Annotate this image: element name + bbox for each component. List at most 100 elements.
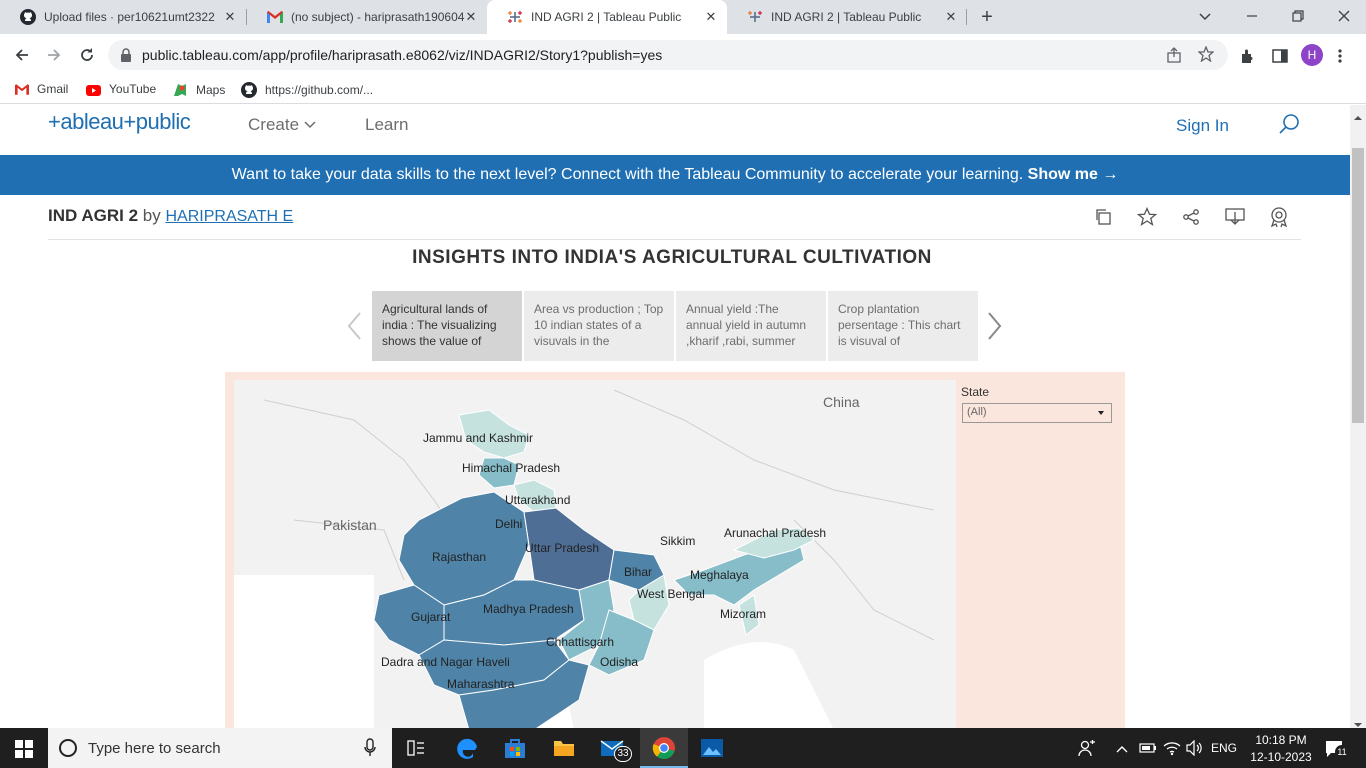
- scroll-down-arrow-icon[interactable]: [1354, 716, 1362, 727]
- tableau-public-page: +ableau+public Create Learn Sign In Want…: [0, 105, 1350, 728]
- mail-icon[interactable]: 33: [600, 736, 632, 762]
- bookmark-gmail[interactable]: Gmail: [15, 82, 68, 96]
- bookmarks-bar: Gmail YouTube Maps https://github.com/..…: [0, 76, 1366, 104]
- state-label: Delhi: [495, 517, 522, 531]
- mail-badge: 33: [614, 746, 632, 762]
- tableau-public-logo[interactable]: +ableau+public: [48, 109, 191, 135]
- forward-icon[interactable]: [44, 45, 64, 65]
- edge-icon[interactable]: [455, 736, 479, 760]
- photos-icon[interactable]: [700, 736, 724, 760]
- tab-title: Upload files · per10621umt2322: [44, 10, 215, 24]
- badge-icon[interactable]: [1269, 206, 1289, 228]
- url-text: public.tableau.com/app/profile/hariprasa…: [142, 47, 663, 63]
- download-icon[interactable]: [1225, 207, 1245, 227]
- scrollbar-thumb[interactable]: [1352, 148, 1364, 423]
- viz-title-row: IND AGRI 2 by HARIPRASATH E: [48, 206, 293, 226]
- restore-icon[interactable]: [1289, 7, 1307, 25]
- language-indicator[interactable]: ENG: [1211, 741, 1237, 755]
- story-point-2[interactable]: Area vs production ; Top 10 indian state…: [524, 291, 674, 361]
- side-panel-icon[interactable]: [1271, 47, 1289, 65]
- story-prev-arrow-icon[interactable]: [344, 311, 364, 341]
- by-label: by: [142, 206, 161, 225]
- bookmark-maps[interactable]: Maps: [172, 82, 225, 98]
- story-title: INSIGHTS INTO INDIA'S AGRICULTURAL CULTI…: [412, 247, 932, 268]
- windows-taskbar: Type here to search 33 ENG 10:18 PM 12-1…: [0, 728, 1366, 768]
- reload-icon[interactable]: [77, 45, 97, 65]
- browser-tab-gmail[interactable]: (no subject) - hariprasath190604 ✕: [247, 0, 487, 34]
- title-divider: [48, 239, 1301, 240]
- share-icon[interactable]: [1166, 47, 1182, 63]
- browser-tab-github[interactable]: Upload files · per10621umt2322 ✕: [0, 0, 246, 34]
- india-map[interactable]: China Pakistan Jammu and Kashmir Himacha…: [234, 380, 956, 728]
- state-filter-dropdown[interactable]: (All): [962, 403, 1112, 423]
- story-next-arrow-icon[interactable]: [985, 311, 1005, 341]
- volume-icon[interactable]: [1186, 739, 1204, 757]
- search-icon[interactable]: [1278, 112, 1302, 136]
- battery-icon[interactable]: [1139, 741, 1157, 755]
- maps-icon: [172, 82, 188, 98]
- tab-search-icon[interactable]: [1196, 7, 1214, 25]
- chrome-taskbar-button[interactable]: [640, 728, 688, 768]
- share-icon[interactable]: [1182, 208, 1200, 226]
- browser-tab-tableau[interactable]: IND AGRI 2 | Tableau Public ✕: [727, 0, 967, 34]
- new-tab-button[interactable]: +: [976, 6, 998, 28]
- close-tab-icon[interactable]: ✕: [943, 9, 959, 25]
- state-label: Uttar Pradesh: [525, 541, 599, 555]
- bookmark-github[interactable]: https://github.com/...: [241, 82, 373, 98]
- lock-icon[interactable]: [120, 48, 132, 62]
- profile-avatar[interactable]: H: [1301, 44, 1323, 66]
- clock-time: 10:18 PM: [1255, 733, 1307, 747]
- wifi-icon[interactable]: [1163, 740, 1181, 756]
- promo-text: Want to take your data skills to the nex…: [231, 166, 1024, 183]
- state-filter-label: State: [961, 385, 990, 399]
- address-bar[interactable]: public.tableau.com/app/profile/hariprasa…: [108, 40, 1228, 70]
- learn-link[interactable]: Learn: [365, 115, 408, 135]
- notifications-icon[interactable]: 11: [1325, 739, 1349, 759]
- close-tab-icon[interactable]: ✕: [222, 9, 238, 25]
- bookmark-star-icon[interactable]: [1197, 45, 1215, 63]
- state-label: Bihar: [624, 565, 652, 579]
- state-label: Madhya Pradesh: [483, 602, 574, 616]
- chrome-menu-icon[interactable]: [1336, 47, 1344, 65]
- story-point-4[interactable]: Crop plantation persentage : This chart …: [828, 291, 978, 361]
- create-menu[interactable]: Create: [248, 115, 317, 135]
- close-tab-icon[interactable]: ✕: [463, 9, 479, 25]
- country-label: Pakistan: [323, 517, 377, 533]
- scroll-up-arrow-icon[interactable]: [1354, 109, 1362, 120]
- story-point-1[interactable]: Agricultural lands of india : The visual…: [372, 291, 522, 361]
- people-icon[interactable]: [1078, 739, 1096, 757]
- sign-in-link[interactable]: Sign In: [1176, 116, 1229, 136]
- close-tab-icon[interactable]: ✕: [703, 9, 719, 25]
- github-icon: [241, 82, 257, 98]
- close-window-icon[interactable]: [1335, 7, 1353, 25]
- bookmark-youtube[interactable]: YouTube: [86, 82, 156, 96]
- show-me-link[interactable]: Show me →: [1028, 166, 1119, 183]
- file-explorer-icon[interactable]: [552, 736, 576, 760]
- extensions-icon[interactable]: [1239, 47, 1257, 65]
- author-link[interactable]: HARIPRASATH E: [165, 208, 293, 225]
- clock[interactable]: 10:18 PM 12-10-2023: [1250, 733, 1312, 764]
- community-promo-banner: Want to take your data skills to the nex…: [0, 155, 1350, 195]
- state-label: Uttarakhand: [505, 493, 570, 507]
- chrome-icon: [652, 737, 675, 759]
- map-canvas[interactable]: China Pakistan Jammu and Kashmir Himacha…: [234, 380, 956, 728]
- windows-start-icon[interactable]: [15, 740, 33, 758]
- back-icon[interactable]: [12, 45, 32, 65]
- favorite-star-icon[interactable]: [1136, 206, 1158, 227]
- store-icon[interactable]: [503, 736, 527, 760]
- chevron-up-icon[interactable]: [1115, 742, 1129, 754]
- taskbar-search-box[interactable]: Type here to search: [48, 728, 392, 768]
- task-view-icon[interactable]: [406, 738, 426, 758]
- browser-tab-tableau-active[interactable]: IND AGRI 2 | Tableau Public ✕: [487, 0, 727, 34]
- taskbar-search-placeholder: Type here to search: [88, 740, 221, 757]
- story-point-3[interactable]: Annual yield :The annual yield in autumn…: [676, 291, 826, 361]
- bookmark-label: Maps: [196, 83, 226, 97]
- gmail-icon: [267, 9, 283, 25]
- state-label: Sikkim: [660, 534, 695, 548]
- state-label: Rajasthan: [432, 550, 486, 564]
- dropdown-arrow-icon: [1097, 408, 1105, 420]
- minimize-icon[interactable]: [1243, 7, 1261, 25]
- microphone-icon[interactable]: [364, 738, 376, 758]
- copy-icon[interactable]: [1094, 208, 1112, 226]
- state-label: Meghalaya: [690, 568, 749, 582]
